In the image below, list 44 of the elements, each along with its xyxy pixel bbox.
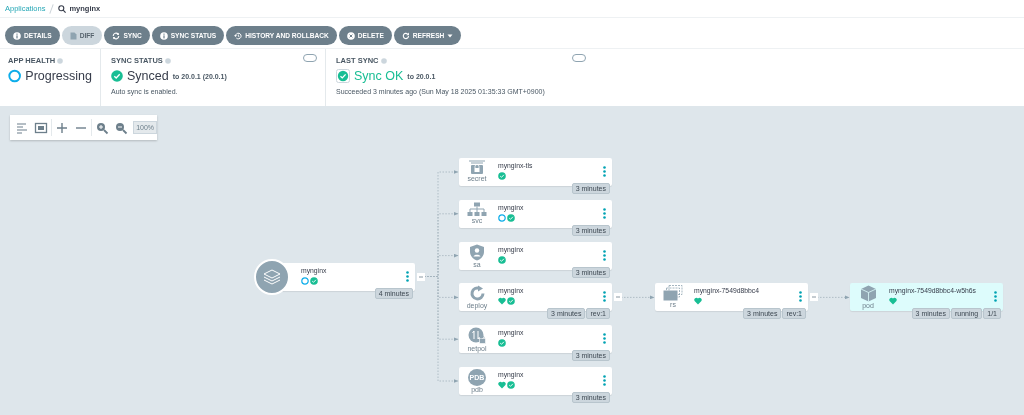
kebab-menu-icon[interactable] (603, 333, 606, 345)
zoom-out-icon[interactable] (113, 120, 128, 135)
info-icon (13, 31, 21, 40)
collapse-button[interactable] (614, 293, 622, 302)
kebab-menu-icon[interactable] (603, 291, 606, 303)
info-icon (159, 31, 168, 40)
more-button[interactable] (303, 54, 317, 62)
minus-icon (811, 294, 817, 301)
sync-icon (112, 31, 121, 40)
cycle-arrow-icon (468, 285, 486, 303)
layers-icon (262, 267, 282, 286)
kebab-menu-icon[interactable] (994, 291, 997, 303)
cube-icon (859, 285, 877, 303)
delete-icon (346, 31, 355, 40)
status-value: Progressing (25, 69, 92, 83)
minus-icon (615, 294, 621, 301)
kebab-menu-icon[interactable] (603, 375, 606, 386)
network-icon (467, 201, 487, 217)
kebab-menu-icon[interactable] (603, 207, 606, 219)
plus-icon[interactable] (55, 120, 70, 135)
info-icon (380, 57, 387, 64)
minus-icon (418, 273, 424, 280)
file-icon (69, 31, 77, 40)
refresh-icon (401, 31, 410, 40)
status-value: Sync OK (354, 69, 404, 83)
stacked-boxes-icon (663, 285, 683, 302)
history-icon (234, 31, 243, 40)
status-value: Synced (127, 69, 169, 83)
info-icon (57, 57, 64, 64)
safe-icon (467, 160, 487, 175)
zoom-in-icon[interactable] (95, 120, 110, 135)
align-left-icon[interactable] (15, 120, 30, 135)
collapse-button[interactable] (417, 272, 425, 281)
kebab-menu-icon[interactable] (603, 166, 606, 177)
more-button[interactable] (572, 54, 586, 62)
lock-network-icon (468, 327, 486, 346)
kebab-menu-icon[interactable] (603, 249, 606, 261)
kebab-menu-icon[interactable] (799, 291, 802, 303)
shield-user-icon (469, 243, 485, 261)
fit-screen-icon[interactable] (33, 120, 48, 135)
search-icon (58, 4, 67, 13)
kebab-menu-icon[interactable] (406, 270, 409, 282)
collapse-button[interactable] (810, 293, 818, 302)
info-icon (164, 57, 171, 64)
